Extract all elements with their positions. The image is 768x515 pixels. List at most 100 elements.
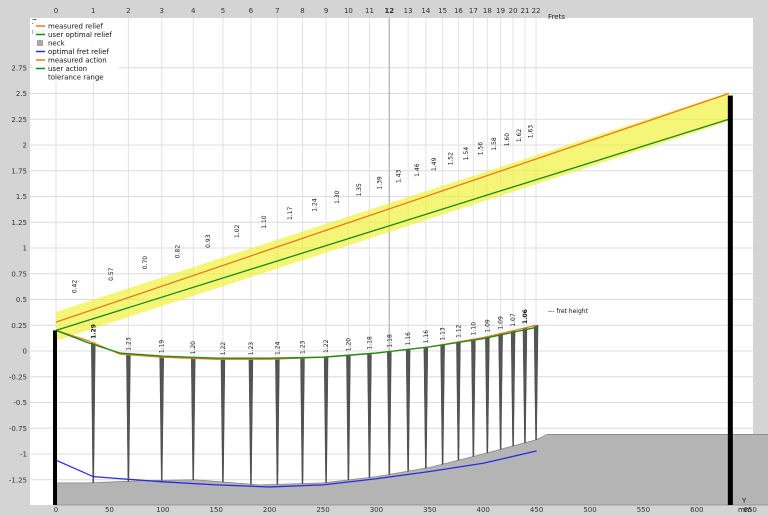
fret-height-label: 1.29 [90, 324, 97, 339]
fret-height-label: 1.19 [159, 340, 166, 354]
fret-number: 20 [509, 7, 518, 15]
legend-label: tolerance range [48, 74, 104, 82]
fret-height-label: 1.20 [345, 338, 352, 352]
string-height-label: 1.10 [261, 215, 268, 229]
legend-label: user optimal relief [48, 31, 112, 39]
y-tick-label: 2.25 [11, 116, 27, 124]
y-tick-label: 0.5 [16, 296, 27, 304]
string-height-label: 1.30 [334, 190, 341, 204]
x-axis-unit: mm [738, 506, 752, 514]
string-height-label: 0.70 [142, 256, 149, 270]
fret-number: 6 [249, 7, 254, 15]
x-tick-label: 150 [210, 506, 223, 514]
y-tick-label: 0 [23, 348, 27, 356]
fret-number: 15 [438, 7, 447, 15]
fret-number: 12 [384, 7, 394, 15]
y-tick-label: -0.5 [13, 399, 27, 407]
legend-label: measured action [48, 57, 107, 65]
fret-height-label: 1.22 [220, 342, 227, 356]
x-tick-label: 600 [690, 506, 703, 514]
legend: measured reliefuser optimal reliefneckop… [33, 20, 119, 82]
fret-height-note: --- fret height [548, 308, 589, 315]
y-tick-label: 1.5 [16, 193, 27, 201]
fretboard-chart: 1.29 1.23 1.19 1.20 1.22 1.23 1.24 1.23 1.22 1.20… [0, 0, 768, 515]
fret-number: 16 [454, 7, 463, 15]
saddle-bar [727, 95, 733, 505]
y-tick-label: -0.25 [9, 373, 27, 381]
fret-height-label: 1.22 [323, 339, 330, 353]
fret-number: 14 [421, 7, 430, 15]
string-height-label: 1.02 [234, 224, 241, 238]
string-height-label: 1.46 [414, 163, 421, 177]
fret-height-label: 1.09 [484, 319, 491, 333]
string-height-label: 1.63 [528, 125, 535, 139]
legend-label: measured relief [48, 23, 103, 31]
fret-height-label: 1.24 [274, 341, 281, 355]
y-tick-label: -1 [20, 451, 27, 459]
fret-height-label: 1.18 [366, 336, 373, 350]
string-height-label: 1.43 [396, 169, 403, 183]
string-height-label: 0.42 [72, 280, 79, 294]
x-tick-label: 500 [583, 506, 596, 514]
fret-height-label: 1.20 [190, 341, 197, 355]
fret-number: 18 [483, 7, 492, 15]
fret-height-label: 1.13 [440, 327, 447, 341]
string-height-label: 1.17 [287, 206, 294, 220]
fret-number: 19 [496, 7, 505, 15]
fret-height-label: 1.06 [522, 309, 529, 324]
chart-svg: 1.29 1.23 1.19 1.20 1.22 1.23 1.24 1.23 1.22 1.20… [0, 0, 768, 515]
legend-label: neck [48, 40, 66, 48]
string-height-label: 0.82 [174, 245, 181, 259]
y-tick-label: 2.5 [16, 90, 27, 98]
string-height-label: 1.52 [448, 152, 455, 166]
fret-number: 0 [54, 7, 58, 15]
string-height-label: 1.49 [431, 157, 438, 171]
fret-height-label: 1.12 [455, 324, 462, 338]
fret-number: 4 [191, 7, 196, 15]
string-height-label: 0.57 [108, 267, 115, 281]
y-tick-label: 2 [23, 142, 27, 150]
string-height-label: 1.58 [491, 137, 498, 151]
fret-height-label: 1.23 [299, 340, 306, 354]
fret-height-label: 1.18 [386, 334, 393, 348]
y-tick-label: -1.25 [9, 476, 27, 484]
legend-swatch [37, 40, 43, 46]
fret-number: 2 [126, 7, 130, 15]
string-height-label: 1.39 [376, 176, 383, 190]
fret-number: 5 [221, 7, 225, 15]
string-height-label: 1.56 [477, 142, 484, 156]
plot-area [30, 18, 753, 505]
fret-height-label: 1.09 [498, 316, 505, 330]
x-tick-label: 300 [370, 506, 383, 514]
x-tick-label: 400 [477, 506, 490, 514]
x-tick-label: 0 [54, 506, 58, 514]
fret-number: 22 [532, 7, 541, 15]
fret-number: 9 [324, 7, 328, 15]
string-height-label: 1.54 [463, 147, 470, 161]
x-tick-label: 250 [316, 506, 329, 514]
fret-height-label: 1.16 [423, 330, 430, 344]
fret-height-label: 1.10 [470, 322, 477, 336]
fret-height-label: 1.07 [510, 313, 517, 327]
string-height-label: 0.93 [205, 234, 212, 248]
y-tick-label: 1.75 [11, 167, 27, 175]
fret-number: 11 [365, 7, 374, 15]
top-axis-label: Frets [548, 13, 565, 21]
y-tick-label: 0.25 [11, 322, 27, 330]
x-tick-label: 450 [530, 506, 543, 514]
fret-height-label: 1.23 [248, 342, 255, 356]
fret-number: 8 [300, 7, 304, 15]
fret-number: 17 [469, 7, 478, 15]
string-height-label: 1.60 [504, 133, 511, 147]
legend-label: user action [48, 65, 87, 73]
y-tick-label: 1 [23, 245, 27, 253]
string-height-label: 1.35 [356, 183, 363, 197]
x-tick-label: 100 [156, 506, 169, 514]
string-height-label: 1.24 [311, 198, 318, 212]
x-tick-label: 50 [105, 506, 114, 514]
fret-number: 3 [159, 7, 163, 15]
fret-number: 13 [404, 7, 413, 15]
string-height-label: 1.62 [516, 129, 523, 143]
fret-height-label: 1.16 [405, 332, 412, 346]
y-tick-label: 1.25 [11, 219, 27, 227]
